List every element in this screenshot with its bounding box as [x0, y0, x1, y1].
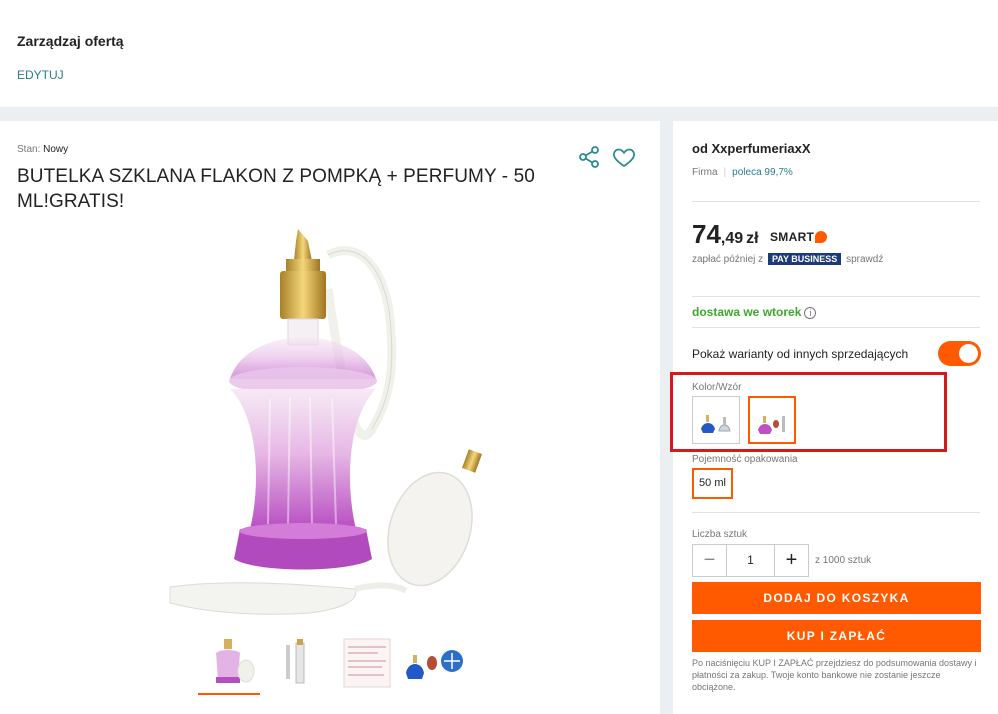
seller-meta: Firma | poleca 99,7%	[692, 167, 793, 178]
quantity-label: Liczba sztuk	[692, 529, 748, 540]
pay-later-prefix: zapłać później z	[692, 254, 764, 265]
pay-later-info: zapłać później z PAY BUSINESS sprawdź	[692, 253, 883, 265]
info-icon[interactable]: i	[804, 306, 817, 319]
purchase-note: Po naciśnięciu KUP I ZAPŁAĆ przejdziesz …	[692, 658, 977, 692]
divider	[692, 327, 980, 328]
smart-icon	[815, 230, 828, 243]
divider	[692, 201, 980, 202]
heart-icon[interactable]	[612, 145, 636, 169]
divider	[692, 512, 980, 513]
manage-offer-title: Zarządzaj ofertą	[17, 33, 124, 49]
pay-business-logo: PAY BUSINESS	[767, 253, 842, 265]
product-title: BUTELKA SZKLANA FLAKON Z POMPKĄ + PERFUM…	[17, 166, 535, 212]
meta-separator: |	[723, 167, 727, 178]
price-currency: zł	[746, 230, 759, 247]
product-main-image[interactable]	[110, 229, 550, 629]
toggle-knob	[959, 344, 978, 363]
condition-value: Nowy	[43, 144, 69, 155]
product-panel: Stan: Nowy BUTELKA SZKLANA FLAKON Z POMP…	[0, 121, 660, 714]
quantity-decrease-button[interactable]: −	[693, 545, 726, 576]
quantity-stepper: − 1 +	[692, 544, 809, 577]
variants-toggle-label: Pokaż warianty od innych sprzedających	[692, 347, 909, 361]
quantity-available: z 1000 sztuk	[815, 555, 872, 566]
share-icon[interactable]	[577, 145, 601, 169]
seller-name[interactable]: od XxperfumeriaxX	[692, 141, 811, 156]
seller-prefix: od	[692, 141, 708, 156]
thumbnail[interactable]	[338, 633, 400, 695]
quantity-input[interactable]: 1	[726, 545, 775, 576]
condition-label: Stan:	[17, 144, 41, 155]
buy-now-button[interactable]: KUP I ZAPŁAĆ	[692, 620, 981, 652]
highlight-box	[670, 372, 947, 452]
delivery-info[interactable]: dostawa we wtorek i	[692, 305, 817, 319]
seller-login[interactable]: XxperfumeriaxX	[712, 141, 811, 156]
thumbnail[interactable]	[268, 633, 330, 695]
edit-link[interactable]: EDYTUJ	[17, 68, 64, 82]
seller-type: Firma	[692, 167, 718, 178]
price-decimal: ,49	[720, 230, 744, 247]
variants-toggle[interactable]	[938, 341, 981, 366]
capacity-label: Pojemność opakowania	[692, 454, 798, 465]
seller-recommend-link[interactable]: poleca 99,7%	[732, 167, 793, 178]
smart-label: SMART	[770, 230, 815, 244]
pay-later-check-link[interactable]: sprawdź	[846, 254, 883, 265]
quantity-increase-button[interactable]: +	[775, 545, 808, 576]
thumbnail[interactable]	[434, 633, 496, 695]
add-to-cart-button[interactable]: DODAJ DO KOSZYKA	[692, 582, 981, 614]
delivery-text: dostawa we wtorek	[692, 305, 802, 319]
price: 74,49 zł	[692, 219, 759, 250]
product-condition: Stan: Nowy	[17, 144, 68, 155]
capacity-option[interactable]: 50 ml	[692, 468, 733, 499]
manage-offer-panel: Zarządzaj ofertą EDYTUJ	[0, 0, 998, 107]
price-integer: 74	[692, 219, 721, 249]
divider	[692, 296, 980, 297]
thumbnail[interactable]	[198, 633, 260, 695]
smart-badge[interactable]: SMART	[770, 230, 828, 244]
